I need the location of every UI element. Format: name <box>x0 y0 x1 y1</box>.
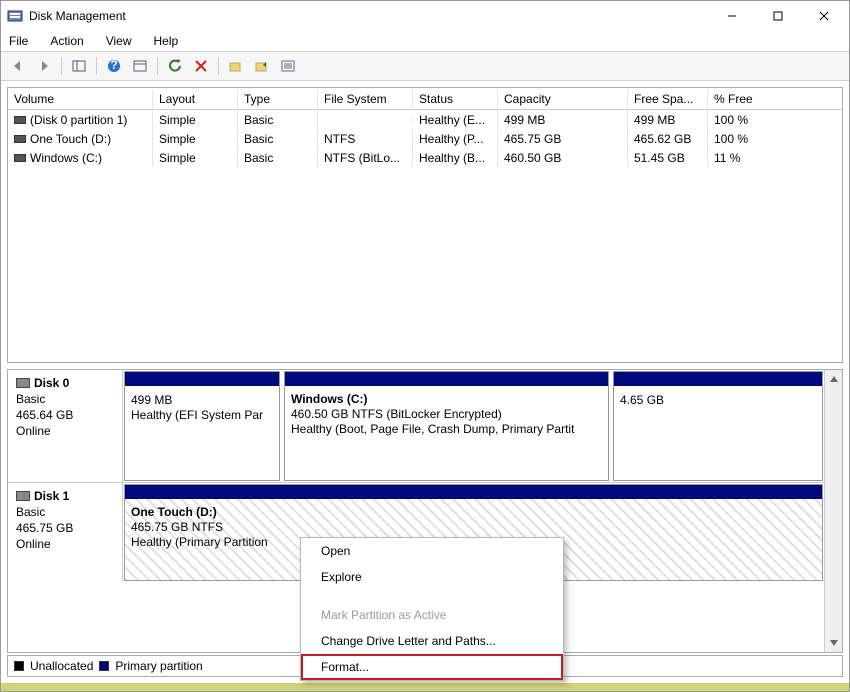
svg-text:?: ? <box>110 59 117 72</box>
legend-label: Unallocated <box>30 659 93 673</box>
menu-view[interactable]: View <box>102 32 136 50</box>
show-hide-console-button[interactable] <box>68 55 90 77</box>
ctx-format[interactable]: Format... <box>301 654 563 680</box>
col-free[interactable]: Free Spa... <box>628 90 708 108</box>
partition-icon <box>14 135 26 143</box>
disk-icon <box>16 491 30 501</box>
attach-vhd-button[interactable] <box>251 55 273 77</box>
menu-action[interactable]: Action <box>46 32 87 50</box>
ctx-mark-active[interactable]: Mark Partition as Active <box>301 602 563 628</box>
refresh-button[interactable] <box>164 55 186 77</box>
ctx-change-drive-letter[interactable]: Change Drive Letter and Paths... <box>301 628 563 654</box>
menu-help[interactable]: Help <box>150 32 183 50</box>
volume-list: Volume Layout Type File System Status Ca… <box>7 87 843 363</box>
partition-block[interactable]: 499 MB Healthy (EFI System Par <box>124 371 280 481</box>
app-icon <box>7 8 23 24</box>
menubar: File Action View Help <box>1 31 849 51</box>
titlebar: Disk Management <box>1 1 849 31</box>
disk-header[interactable]: Disk 0 Basic 465.64 GB Online <box>8 370 123 482</box>
col-status[interactable]: Status <box>413 90 498 108</box>
window-title: Disk Management <box>29 9 709 23</box>
scroll-down-icon[interactable] <box>827 636 841 650</box>
col-type[interactable]: Type <box>238 90 318 108</box>
disk-row: Disk 0 Basic 465.64 GB Online 499 MB Hea… <box>8 370 824 482</box>
scroll-up-icon[interactable] <box>827 372 841 386</box>
window-cutoff-bar <box>1 683 849 691</box>
ctx-open[interactable]: Open <box>301 538 563 564</box>
volume-list-header: Volume Layout Type File System Status Ca… <box>8 88 842 110</box>
close-button[interactable] <box>801 1 847 31</box>
new-volume-button[interactable] <box>225 55 247 77</box>
ctx-explore[interactable]: Explore <box>301 564 563 590</box>
scrollbar[interactable] <box>824 370 842 652</box>
back-button[interactable] <box>7 55 29 77</box>
delete-button[interactable] <box>190 55 212 77</box>
table-row[interactable]: One Touch (D:) Simple Basic NTFS Healthy… <box>8 129 842 148</box>
col-filesystem[interactable]: File System <box>318 90 413 108</box>
legend-swatch-primary <box>99 661 109 671</box>
maximize-button[interactable] <box>755 1 801 31</box>
properties-button[interactable] <box>277 55 299 77</box>
minimize-button[interactable] <box>709 1 755 31</box>
action-list-button[interactable] <box>129 55 151 77</box>
forward-button[interactable] <box>33 55 55 77</box>
col-capacity[interactable]: Capacity <box>498 90 628 108</box>
table-row[interactable]: Windows (C:) Simple Basic NTFS (BitLo...… <box>8 148 842 167</box>
col-layout[interactable]: Layout <box>153 90 238 108</box>
col-pctfree[interactable]: % Free <box>708 90 778 108</box>
col-volume[interactable]: Volume <box>8 90 153 108</box>
legend-swatch-unallocated <box>14 661 24 671</box>
disk-icon <box>16 378 30 388</box>
context-menu: Open Explore Mark Partition as Active Ch… <box>300 537 564 681</box>
toolbar: ? <box>1 51 849 81</box>
table-row[interactable]: (Disk 0 partition 1) Simple Basic Health… <box>8 110 842 129</box>
disk-header[interactable]: Disk 1 Basic 465.75 GB Online <box>8 483 123 582</box>
partition-icon <box>14 154 26 162</box>
legend-label: Primary partition <box>115 659 202 673</box>
menu-file[interactable]: File <box>5 32 32 50</box>
partition-block[interactable]: Windows (C:) 460.50 GB NTFS (BitLocker E… <box>284 371 609 481</box>
partition-icon <box>14 116 26 124</box>
help-button[interactable]: ? <box>103 55 125 77</box>
partition-block[interactable]: 4.65 GB <box>613 371 823 481</box>
